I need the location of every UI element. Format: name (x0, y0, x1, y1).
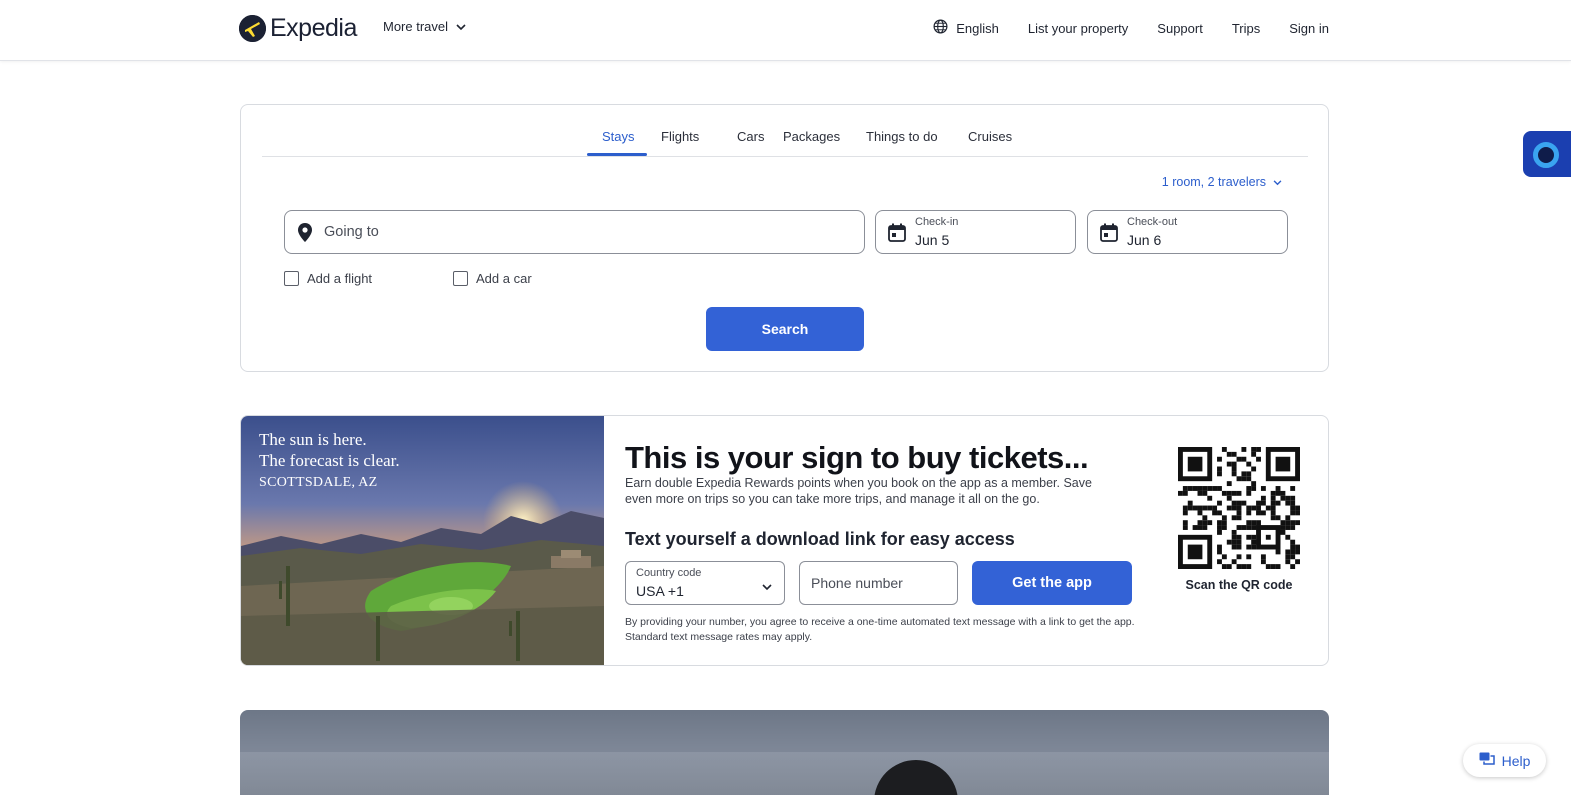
search-tabs: Stays Flights Cars Packages Things to do… (262, 105, 1308, 157)
help-button[interactable]: Help (1463, 744, 1546, 777)
sign-in-link[interactable]: Sign in (1289, 21, 1329, 36)
add-flight-label: Add a flight (307, 271, 373, 286)
search-button[interactable]: Search (706, 307, 864, 351)
chevron-down-icon (762, 578, 772, 596)
checkout-value: Jun 6 (1127, 232, 1162, 248)
expedia-plane-icon (239, 15, 266, 42)
app-promo-card: The sun is here. The forecast is clear. … (240, 415, 1329, 666)
phone-number-input[interactable] (801, 563, 956, 603)
promo-title: This is your sign to buy tickets... (625, 440, 1089, 475)
tab-stays[interactable]: Stays (602, 129, 635, 144)
add-flight-checkbox[interactable]: Add a flight (284, 271, 372, 286)
checkin-value: Jun 5 (915, 232, 950, 248)
checkin-field[interactable]: Check-in Jun 5 (875, 210, 1076, 254)
checkout-field[interactable]: Check-out Jun 6 (1087, 210, 1288, 254)
support-link[interactable]: Support (1157, 21, 1203, 36)
hero-banner-image (240, 710, 1329, 795)
country-code-label: Country code (636, 567, 702, 579)
more-travel-menu[interactable]: More travel (383, 19, 466, 34)
map-pin-icon (298, 223, 312, 247)
promo-description: Earn double Expedia Rewards points when … (625, 476, 1092, 506)
sms-disclaimer: By providing your number, you agree to r… (625, 616, 1135, 643)
more-travel-label: More travel (383, 19, 449, 34)
language-label: English (956, 20, 999, 36)
calendar-icon (1100, 223, 1118, 247)
destination-field[interactable]: Going to (284, 210, 865, 254)
language-selector[interactable]: English (933, 19, 999, 37)
travelers-label: 1 room, 2 travelers (1161, 175, 1266, 189)
caption-place: SCOTTSDALE, AZ (259, 475, 378, 490)
assistant-ring-icon (1533, 142, 1559, 168)
tab-cars[interactable]: Cars (737, 129, 764, 144)
expedia-logo[interactable]: Expedia (239, 14, 357, 43)
qr-code-image (1178, 447, 1300, 569)
checkin-label: Check-in (915, 216, 959, 228)
trips-link[interactable]: Trips (1232, 21, 1260, 36)
active-tab-indicator (587, 153, 647, 156)
promo-subtitle: Text yourself a download link for easy a… (625, 529, 1015, 549)
add-car-checkbox[interactable]: Add a car (453, 271, 532, 286)
globe-icon (933, 19, 948, 37)
tab-flights[interactable]: Flights (661, 129, 699, 144)
chevron-down-icon (456, 19, 466, 34)
chevron-down-icon (1273, 175, 1282, 189)
side-assistant-widget[interactable] (1523, 131, 1571, 177)
checkbox-box[interactable] (453, 271, 468, 286)
get-the-app-button[interactable]: Get the app (972, 561, 1132, 605)
chat-icon (1479, 752, 1495, 769)
image-caption: The sun is here. The forecast is clear. … (259, 429, 400, 491)
scottsdale-landscape-image: The sun is here. The forecast is clear. … (241, 416, 604, 665)
calendar-icon (888, 223, 906, 247)
search-card: Stays Flights Cars Packages Things to do… (240, 104, 1329, 372)
qr-code-label: Scan the QR code (1185, 578, 1293, 592)
top-header: Expedia More travel English List your pr… (0, 0, 1571, 61)
caption-line-2: The forecast is clear. (259, 451, 400, 470)
tab-cruises[interactable]: Cruises (968, 129, 1012, 144)
tab-things-to-do[interactable]: Things to do (866, 129, 938, 144)
caption-line-1: The sun is here. (259, 430, 367, 449)
add-car-label: Add a car (476, 271, 532, 286)
country-code-value: USA +1 (636, 583, 684, 599)
list-property-link[interactable]: List your property (1028, 21, 1128, 36)
hero-sea (240, 752, 1329, 795)
phone-number-field[interactable] (799, 561, 958, 605)
checkout-label: Check-out (1127, 216, 1178, 228)
country-code-select[interactable]: Country code USA +1 (625, 561, 785, 605)
brand-name: Expedia (270, 14, 357, 42)
travelers-selector[interactable]: 1 room, 2 travelers (1162, 175, 1282, 189)
destination-placeholder: Going to (324, 224, 379, 240)
help-label: Help (1501, 752, 1531, 769)
tab-packages[interactable]: Packages (783, 129, 840, 144)
header-nav: English List your property Support Trips… (933, 19, 1329, 37)
checkbox-box[interactable] (284, 271, 299, 286)
